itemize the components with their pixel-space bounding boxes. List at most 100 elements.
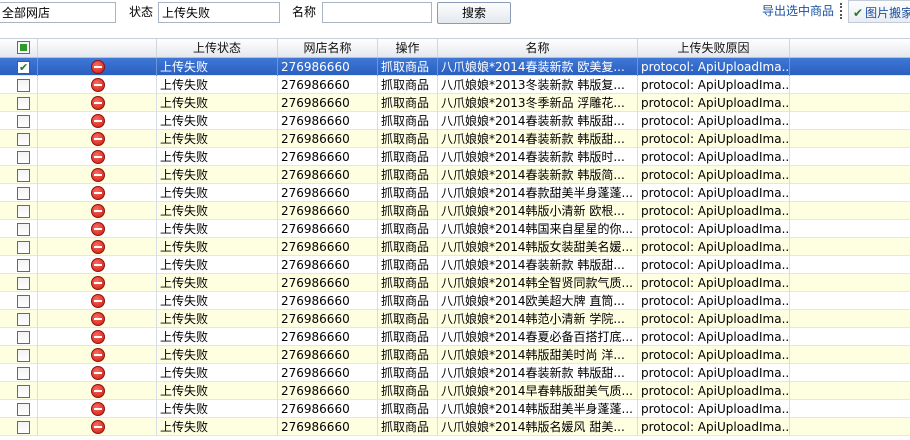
row-select-cell[interactable] — [0, 202, 38, 220]
row-select-cell[interactable] — [0, 328, 38, 346]
row-select-cell[interactable] — [0, 76, 38, 94]
table-row[interactable]: 上传失败 276986660 抓取商品 八爪娘娘*2014欧美超大牌 直筒... pro… — [0, 292, 910, 310]
row-operation[interactable]: 抓取商品 — [378, 220, 438, 238]
row-operation[interactable]: 抓取商品 — [378, 400, 438, 418]
row-select-cell[interactable] — [0, 274, 38, 292]
row-operation[interactable]: 抓取商品 — [378, 166, 438, 184]
select-all-checkbox[interactable] — [17, 41, 30, 54]
row-checkbox[interactable] — [17, 295, 30, 308]
export-selected-link[interactable]: 导出选中商品 — [762, 2, 834, 19]
row-operation[interactable]: 抓取商品 — [378, 256, 438, 274]
row-select-cell[interactable] — [0, 346, 38, 364]
table-row[interactable]: 上传失败 276986660 抓取商品 八爪娘娘*2013冬装新款 韩版复... pro… — [0, 76, 910, 94]
row-select-cell[interactable] — [0, 418, 38, 436]
row-checkbox[interactable] — [17, 151, 30, 164]
row-select-cell[interactable] — [0, 292, 38, 310]
row-operation[interactable]: 抓取商品 — [378, 184, 438, 202]
table-row[interactable]: 上传失败 276986660 抓取商品 八爪娘娘*2014韩版甜美时尚 洋... pro… — [0, 346, 910, 364]
row-operation[interactable]: 抓取商品 — [378, 148, 438, 166]
row-operation[interactable]: 抓取商品 — [378, 202, 438, 220]
name-input[interactable] — [322, 2, 432, 23]
header-operation[interactable]: 操作 — [378, 39, 438, 57]
row-operation[interactable]: 抓取商品 — [378, 364, 438, 382]
shop-select[interactable] — [0, 2, 116, 23]
search-button[interactable]: 搜索 — [437, 2, 511, 24]
row-checkbox[interactable] — [17, 349, 30, 362]
row-operation[interactable]: 抓取商品 — [378, 382, 438, 400]
row-select-cell[interactable] — [0, 184, 38, 202]
table-row[interactable]: 上传失败 276986660 抓取商品 八爪娘娘*2014春装新款 韩版简... pro… — [0, 166, 910, 184]
row-select-cell[interactable] — [0, 400, 38, 418]
table-row[interactable]: 上传失败 276986660 抓取商品 八爪娘娘*2014春装新款 韩版甜... pro… — [0, 364, 910, 382]
row-operation[interactable]: 抓取商品 — [378, 112, 438, 130]
table-row[interactable]: 上传失败 276986660 抓取商品 八爪娘娘*2014韩版名媛风 甜美... pro… — [0, 418, 910, 436]
header-fail-reason[interactable]: 上传失败原因 — [638, 39, 790, 57]
table-row[interactable]: 上传失败 276986660 抓取商品 八爪娘娘*2014春夏必备百搭打底... pro… — [0, 328, 910, 346]
table-row[interactable]: 上传失败 276986660 抓取商品 八爪娘娘*2014春装新款 韩版甜... pro… — [0, 112, 910, 130]
table-row[interactable]: 上传失败 276986660 抓取商品 八爪娘娘*2014春装新款 韩版甜... pro… — [0, 256, 910, 274]
row-checkbox[interactable] — [17, 367, 30, 380]
toolbar: 状态 名称 搜索 导出选中商品 ✔图片搬家 — [0, 0, 910, 38]
row-select-cell[interactable] — [0, 130, 38, 148]
row-checkbox[interactable] — [17, 403, 30, 416]
row-operation[interactable]: 抓取商品 — [378, 238, 438, 256]
row-checkbox[interactable] — [17, 223, 30, 236]
table-row[interactable]: 上传失败 276986660 抓取商品 八爪娘娘*2014春装新款 韩版甜... pro… — [0, 130, 910, 148]
table-row[interactable]: 上传失败 276986660 抓取商品 八爪娘娘*2013冬季新品 浮雕花... pro… — [0, 94, 910, 112]
row-operation[interactable]: 抓取商品 — [378, 418, 438, 436]
row-checkbox[interactable] — [17, 205, 30, 218]
row-name: 八爪娘娘*2013冬季新品 浮雕花... — [438, 94, 638, 112]
row-checkbox[interactable] — [17, 385, 30, 398]
table-row[interactable]: 上传失败 276986660 抓取商品 八爪娘娘*2014韩版小清新 欧根... pro… — [0, 202, 910, 220]
row-operation[interactable]: 抓取商品 — [378, 292, 438, 310]
row-select-cell[interactable] — [0, 364, 38, 382]
row-checkbox[interactable] — [17, 133, 30, 146]
table-row[interactable]: 上传失败 276986660 抓取商品 八爪娘娘*2014春装新款 韩版时... pro… — [0, 148, 910, 166]
row-checkbox[interactable] — [17, 241, 30, 254]
row-status-icon-cell — [38, 58, 157, 76]
header-upload-status[interactable]: 上传状态 — [157, 39, 278, 57]
table-row[interactable]: 上传失败 276986660 抓取商品 八爪娘娘*2014春款甜美半身蓬蓬... pro… — [0, 184, 910, 202]
table-row[interactable]: 上传失败 276986660 抓取商品 八爪娘娘*2014韩版甜美半身蓬蓬... pro… — [0, 400, 910, 418]
row-operation[interactable]: 抓取商品 — [378, 274, 438, 292]
row-select-cell[interactable] — [0, 220, 38, 238]
status-input[interactable] — [158, 2, 280, 23]
table-row[interactable]: 上传失败 276986660 抓取商品 八爪娘娘*2014韩版女装甜美名媛... pro… — [0, 238, 910, 256]
table-row[interactable]: 上传失败 276986660 抓取商品 八爪娘娘*2014韩范小清新 学院... pro… — [0, 310, 910, 328]
header-shop-name[interactable]: 网店名称 — [278, 39, 378, 57]
row-checkbox[interactable] — [17, 187, 30, 200]
table-row[interactable]: 上传失败 276986660 抓取商品 八爪娘娘*2014韩全智贤同款气质... pro… — [0, 274, 910, 292]
row-select-cell[interactable] — [0, 58, 38, 76]
row-checkbox[interactable] — [17, 277, 30, 290]
row-operation[interactable]: 抓取商品 — [378, 328, 438, 346]
table-row[interactable]: 上传失败 276986660 抓取商品 八爪娘娘*2014早春韩版甜美气质... pro… — [0, 382, 910, 400]
header-name[interactable]: 名称 — [438, 39, 638, 57]
row-checkbox[interactable] — [17, 259, 30, 272]
row-select-cell[interactable] — [0, 238, 38, 256]
row-select-cell[interactable] — [0, 166, 38, 184]
row-checkbox[interactable] — [17, 169, 30, 182]
row-checkbox[interactable] — [17, 331, 30, 344]
row-select-cell[interactable] — [0, 148, 38, 166]
row-select-cell[interactable] — [0, 310, 38, 328]
table-row[interactable]: 上传失败 276986660 抓取商品 八爪娘娘*2014韩国来自星星的你... pro… — [0, 220, 910, 238]
row-operation[interactable]: 抓取商品 — [378, 346, 438, 364]
row-checkbox[interactable] — [17, 97, 30, 110]
row-checkbox[interactable] — [17, 59, 30, 76]
image-move-button[interactable]: ✔ 图片搬家 — [848, 0, 910, 23]
row-checkbox[interactable] — [17, 421, 30, 434]
row-checkbox[interactable] — [17, 79, 30, 92]
row-operation[interactable]: 抓取商品 — [378, 58, 438, 76]
row-operation[interactable]: 抓取商品 — [378, 130, 438, 148]
row-select-cell[interactable] — [0, 94, 38, 112]
header-select-all[interactable] — [0, 39, 38, 57]
row-checkbox[interactable] — [17, 115, 30, 128]
table-row[interactable]: 上传失败276986660抓取商品八爪娘娘*2014春装新款 欧美复...pro… — [0, 58, 910, 76]
row-operation[interactable]: 抓取商品 — [378, 76, 438, 94]
row-select-cell[interactable] — [0, 382, 38, 400]
row-checkbox[interactable] — [17, 313, 30, 326]
row-select-cell[interactable] — [0, 112, 38, 130]
row-operation[interactable]: 抓取商品 — [378, 310, 438, 328]
row-select-cell[interactable] — [0, 256, 38, 274]
row-operation[interactable]: 抓取商品 — [378, 94, 438, 112]
